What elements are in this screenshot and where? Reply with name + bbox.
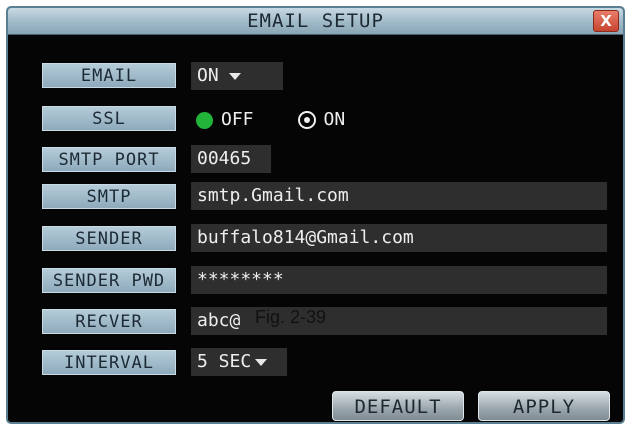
email-label: EMAIL bbox=[42, 63, 176, 88]
sender-password-input[interactable]: ******** bbox=[191, 266, 607, 294]
ssl-off-option[interactable]: OFF bbox=[196, 109, 254, 130]
dialog-title: EMAIL SETUP bbox=[247, 10, 384, 32]
sender-pwd-label: SENDER PWD bbox=[42, 268, 176, 293]
sender-label: SENDER bbox=[42, 226, 176, 251]
ssl-off-label: OFF bbox=[221, 109, 254, 130]
email-select[interactable]: ON bbox=[191, 62, 283, 90]
default-button[interactable]: DEFAULT bbox=[332, 391, 464, 421]
radio-unselected-icon bbox=[297, 111, 316, 129]
ssl-label: SSL bbox=[42, 106, 176, 131]
interval-select-value: 5 SEC bbox=[197, 351, 252, 372]
close-icon: X bbox=[600, 12, 612, 30]
email-select-value: ON bbox=[197, 65, 219, 86]
email-setup-dialog: EMAIL SETUP X EMAIL ON SSL OFF ON SMTP PO… bbox=[6, 6, 625, 424]
ssl-radio-group: OFF ON bbox=[196, 106, 345, 134]
dropdown-arrow-icon bbox=[228, 72, 241, 80]
ssl-on-option[interactable]: ON bbox=[297, 109, 346, 130]
title-bar: EMAIL SETUP X bbox=[8, 8, 623, 35]
close-button[interactable]: X bbox=[593, 10, 619, 32]
sender-input[interactable]: buffalo814@Gmail.com bbox=[191, 224, 607, 252]
recver-input[interactable]: abc@ bbox=[191, 307, 607, 335]
ssl-on-label: ON bbox=[323, 109, 346, 130]
interval-select[interactable]: 5 SEC bbox=[191, 348, 287, 376]
smtp-port-input[interactable]: 00465 bbox=[191, 145, 271, 173]
apply-button[interactable]: APPLY bbox=[478, 391, 610, 421]
smtp-label: SMTP bbox=[42, 184, 176, 209]
smtp-port-label: SMTP PORT bbox=[42, 147, 176, 172]
figure-caption: Fig. 2-39 bbox=[255, 307, 327, 327]
interval-label: INTERVAL bbox=[42, 350, 176, 375]
radio-selected-icon bbox=[196, 111, 213, 129]
recver-label: RECVER bbox=[42, 309, 176, 334]
dropdown-arrow-icon bbox=[255, 358, 268, 366]
smtp-server-input[interactable]: smtp.Gmail.com bbox=[191, 182, 607, 210]
